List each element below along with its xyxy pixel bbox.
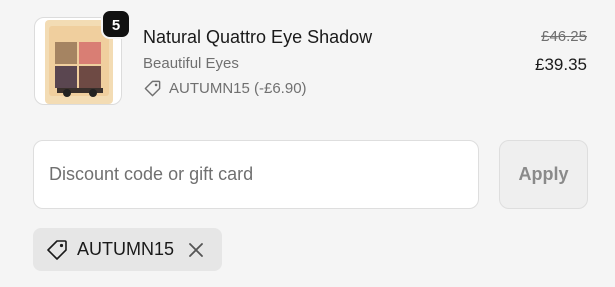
product-title: Natural Quattro Eye Shadow — [143, 27, 373, 47]
apply-button[interactable]: Apply — [499, 140, 588, 209]
original-price: £46.25 — [541, 28, 587, 45]
applied-discount-code: AUTUMN15 — [77, 239, 175, 259]
final-price: £39.35 — [535, 55, 587, 74]
order-line-item: 5 Natural Quattro Eye Shadow Beautiful E… — [0, 0, 615, 120]
discount-form: Apply — [0, 130, 615, 220]
discount-code-input[interactable] — [33, 140, 479, 209]
close-icon — [189, 242, 203, 257]
quantity-badge: 5 — [101, 9, 131, 39]
remove-discount-button[interactable] — [187, 241, 205, 259]
tag-icon — [144, 80, 161, 96]
product-variant: Beautiful Eyes — [143, 55, 239, 72]
line-discount-label: AUTUMN15 (-£6.90) — [169, 79, 307, 97]
line-discount: AUTUMN15 (-£6.90) — [143, 78, 307, 98]
applied-discount-chip: AUTUMN15 — [33, 228, 222, 271]
tag-icon — [47, 239, 67, 260]
